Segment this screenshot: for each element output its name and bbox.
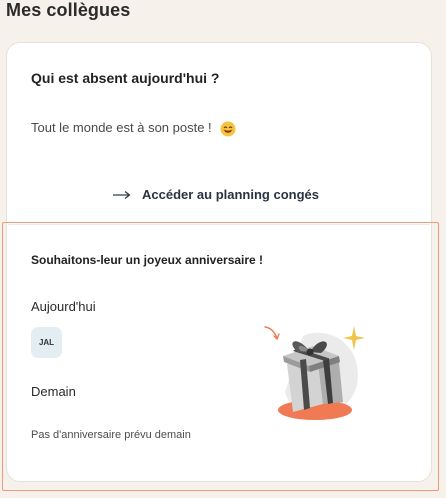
colleagues-widget: Mes collègues Qui est absent aujourd'hui… [0, 0, 446, 498]
arrow-right-icon [113, 190, 131, 199]
gift-box-illustration [264, 326, 365, 420]
planning-conges-link[interactable]: Accéder au planning congés [113, 187, 319, 202]
absences-message-row: Tout le monde est à son poste ! [31, 119, 236, 137]
tomorrow-label: Demain [31, 384, 76, 399]
today-label: Aujourd'hui [31, 299, 96, 314]
absences-message: Tout le monde est à son poste ! [31, 119, 212, 135]
avatar[interactable]: JAL [31, 327, 62, 358]
smiley-face-icon [220, 121, 236, 137]
birthday-title: Souhaitons-leur un joyeux anniversaire ! [31, 253, 264, 267]
absences-title: Qui est absent aujourd'hui ? [31, 70, 220, 86]
planning-link-label: Accéder au planning congés [142, 187, 319, 202]
tomorrow-message: Pas d'anniversaire prévu demain [31, 429, 191, 441]
section-title: Mes collègues [6, 0, 131, 20]
